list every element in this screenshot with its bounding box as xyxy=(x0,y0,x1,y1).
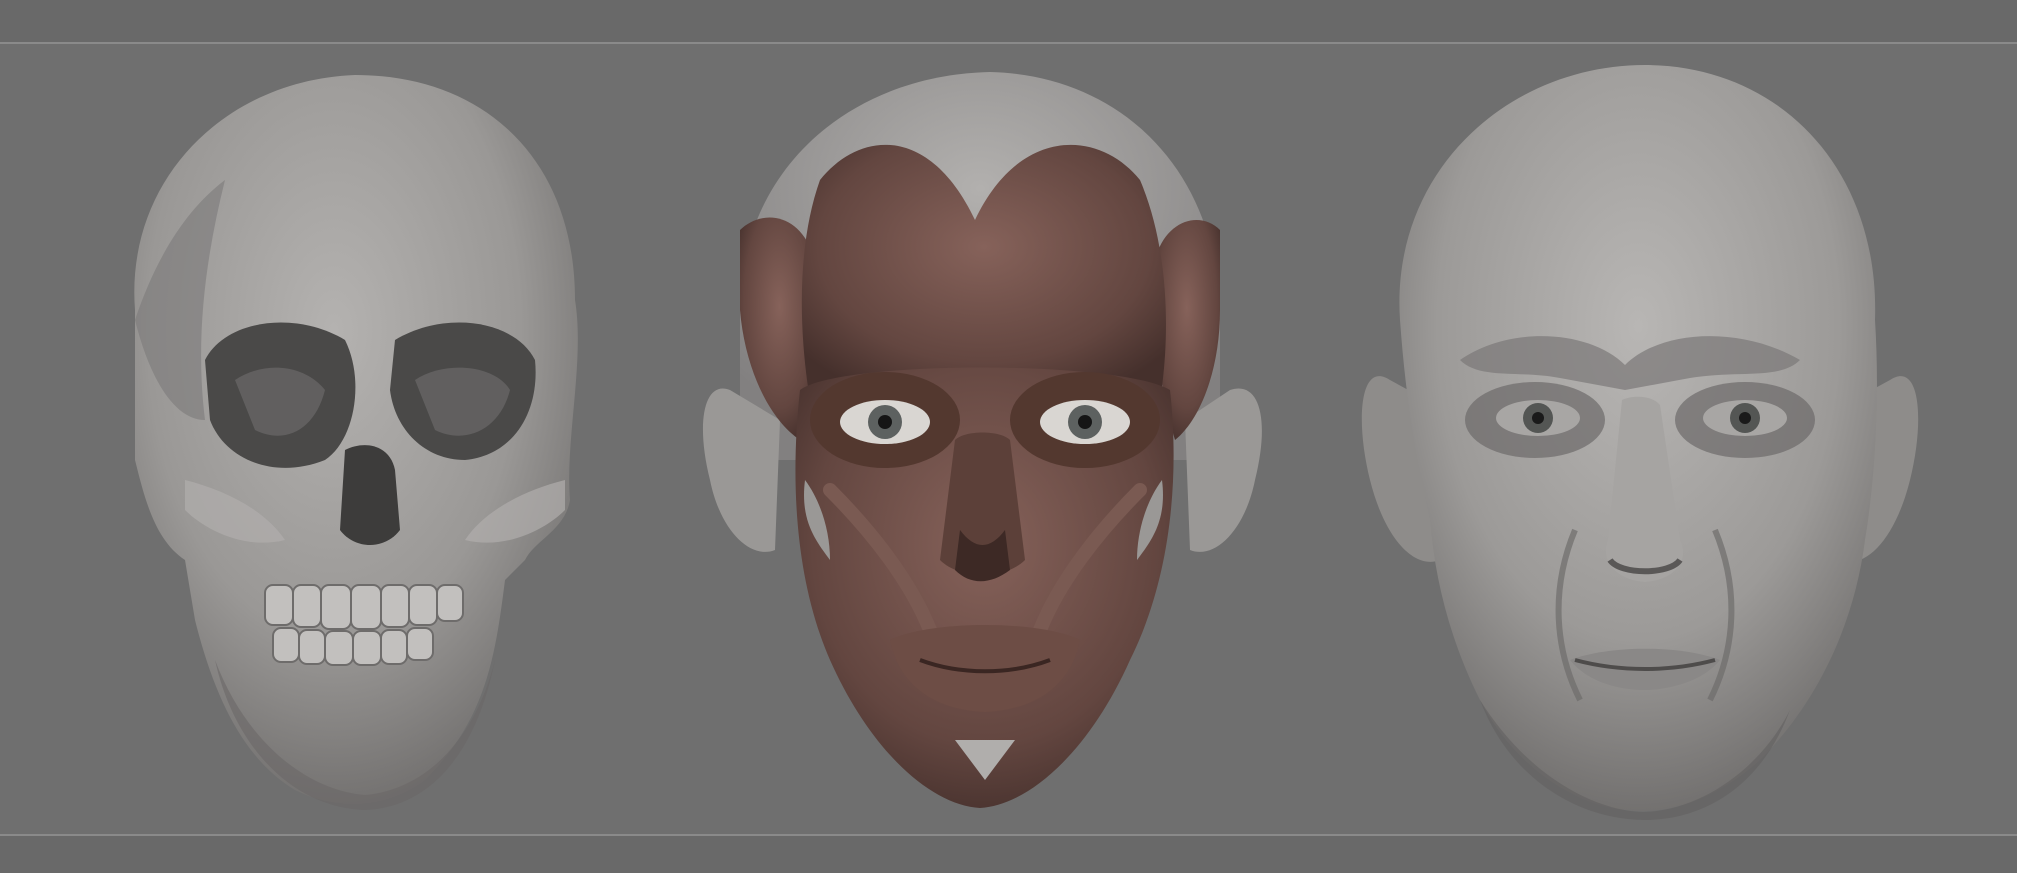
skin-head-render xyxy=(1361,65,1919,820)
cranium xyxy=(134,75,578,804)
skull-model xyxy=(95,60,605,820)
muscle-head-render xyxy=(702,72,1262,808)
bottom-band xyxy=(0,836,2017,873)
top-divider xyxy=(0,42,2017,44)
nasal-cavity xyxy=(340,445,400,545)
bottom-divider xyxy=(0,834,2017,836)
muscle-head-model xyxy=(700,60,1270,820)
top-band xyxy=(0,0,2017,42)
render-viewport xyxy=(0,0,2017,873)
skin-head-model xyxy=(1360,60,1920,820)
skull-render xyxy=(134,75,578,810)
